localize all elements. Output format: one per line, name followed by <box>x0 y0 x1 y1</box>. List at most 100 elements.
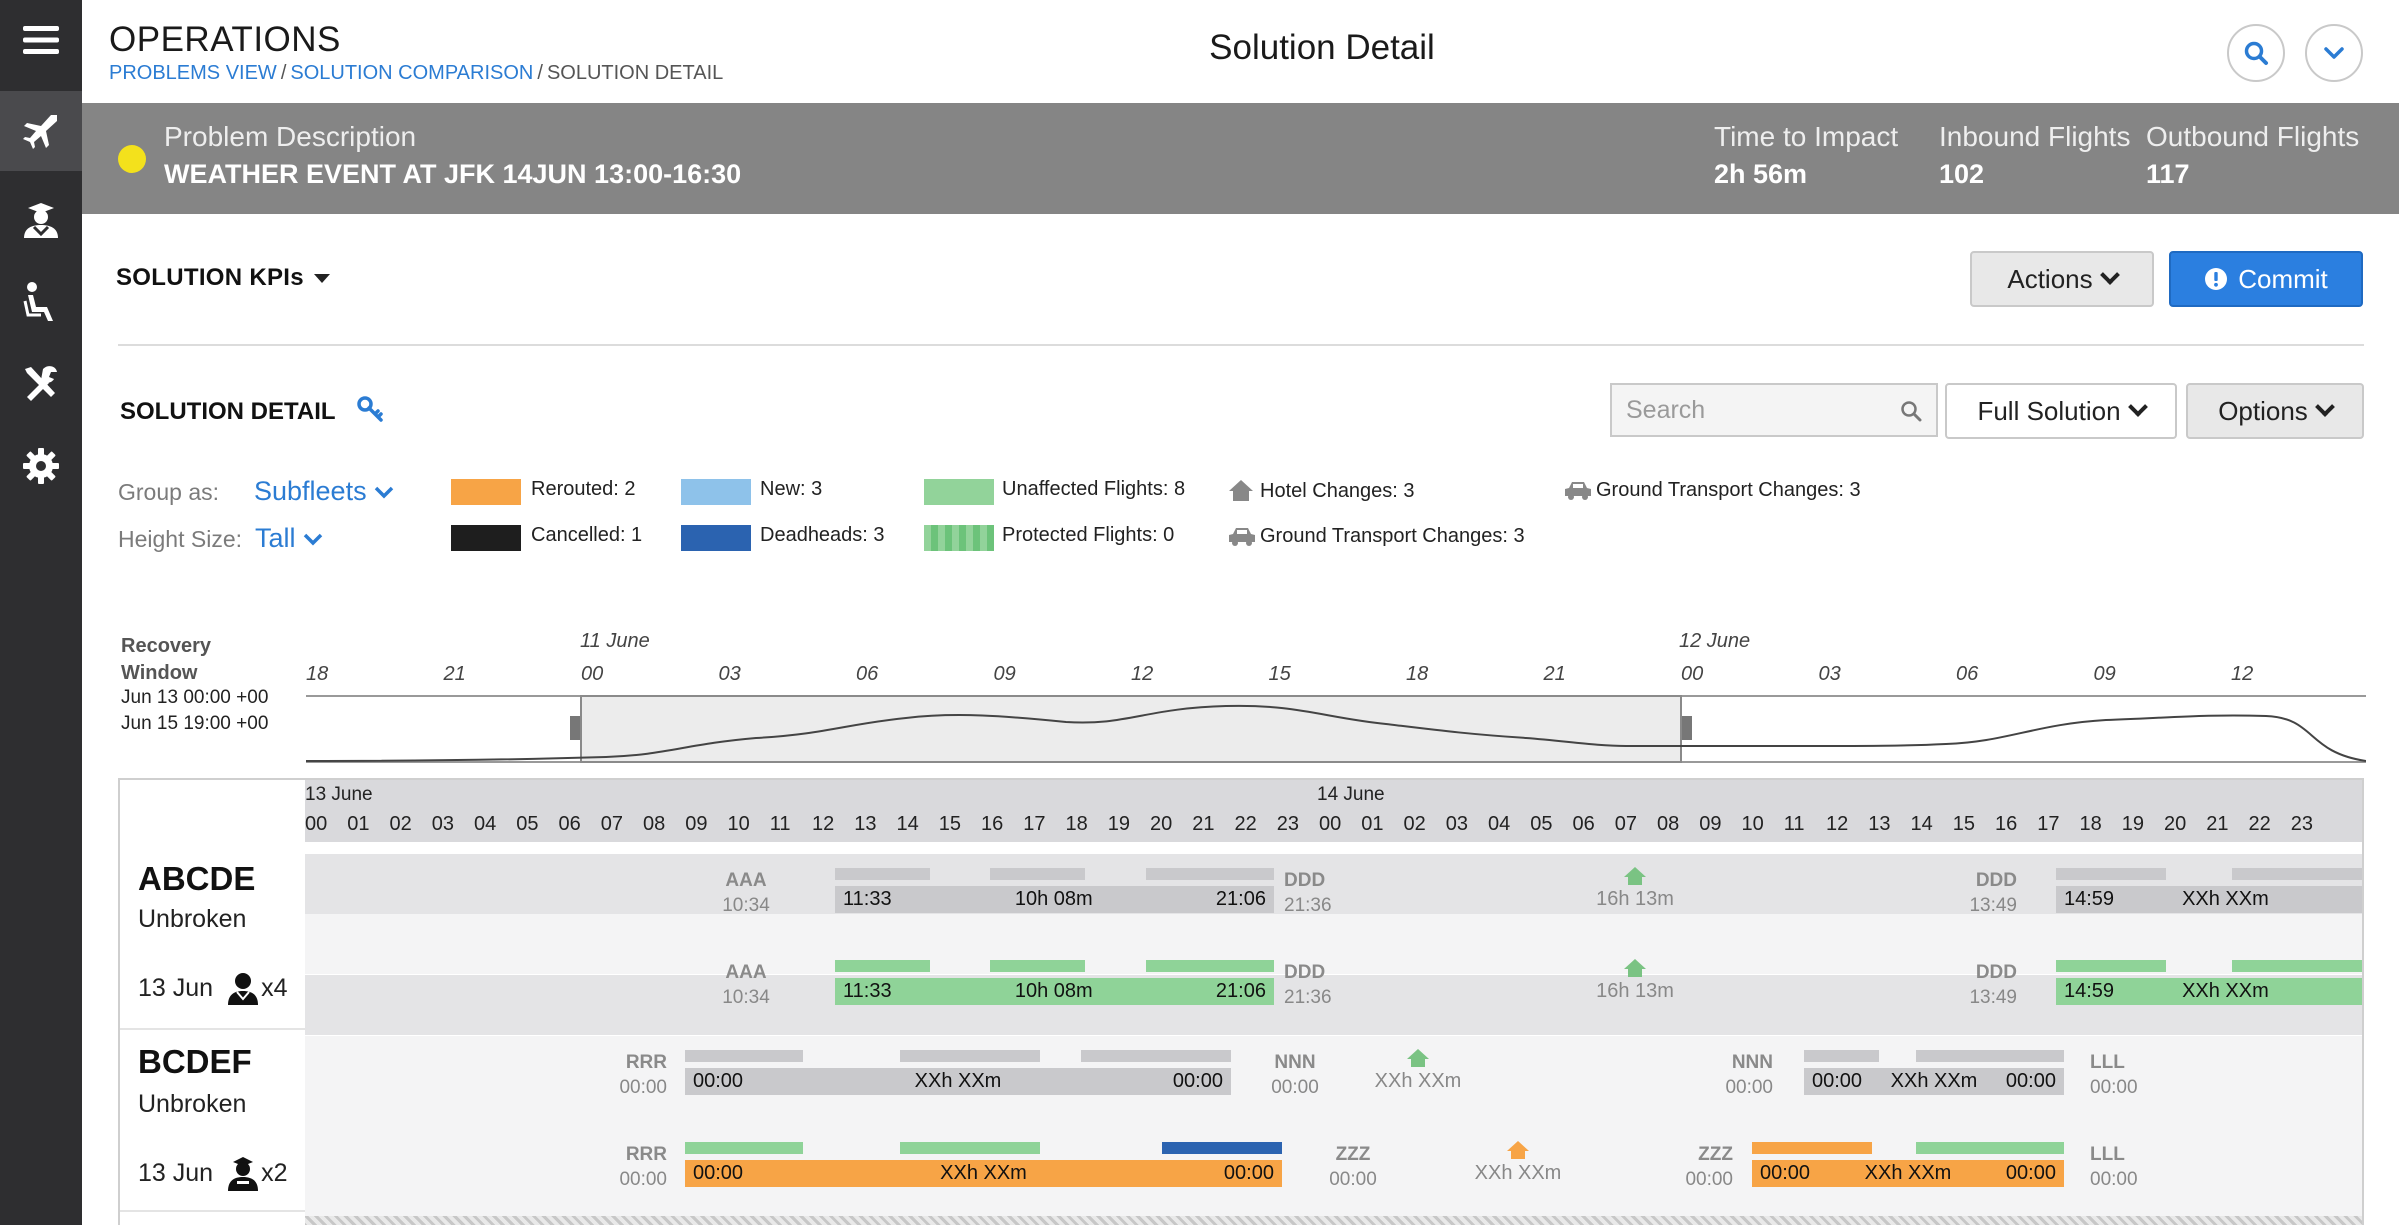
station-mid: DDD 21:36 <box>1278 960 1348 1010</box>
timeline-hour-label: 13 <box>1868 813 1891 835</box>
station-mid: DDD 21:36 <box>1278 868 1348 918</box>
station-time: 00:00 <box>619 1169 667 1190</box>
gantt-chart: 13 June 14 June 00 01 02 03 04 05 06 07 08 09 10 11… <box>118 778 2364 1225</box>
station-code: RRR <box>625 1144 667 1165</box>
station-code: DDD <box>1284 962 1326 983</box>
actions-button[interactable]: Actions <box>1970 251 2154 307</box>
flight-departure: 00:00 <box>1812 1070 1863 1092</box>
chevron-down-icon <box>2127 397 2148 417</box>
overview-chart[interactable] <box>306 694 2366 764</box>
timeline-day-label: 13 June <box>305 784 373 805</box>
height-size-value: Tall <box>255 523 296 553</box>
car-icon <box>1565 482 1591 500</box>
breadcrumb-problems-view[interactable]: PROBLEMS VIEW <box>109 62 277 84</box>
leg-strip <box>1081 1050 1231 1062</box>
legend-swatch-unaffected <box>924 479 994 505</box>
tools-icon <box>25 366 57 401</box>
sidebar-item-crew[interactable] <box>0 180 82 260</box>
station-code: DDD <box>1975 962 2017 983</box>
menu-button[interactable] <box>0 0 82 80</box>
group-as-dropdown[interactable]: Subfleets <box>254 476 395 507</box>
flight-bar-rerouted[interactable]: 00:00 XXh XXm 00:00 <box>1752 1160 2064 1187</box>
sidebar-item-settings[interactable] <box>0 426 82 506</box>
leg-strip <box>835 868 930 880</box>
row-divider <box>120 1028 305 1030</box>
full-solution-dropdown[interactable]: Full Solution <box>1945 383 2177 439</box>
station-time: 21:36 <box>1284 987 1332 1008</box>
station-origin: AAA 10:34 <box>711 868 781 918</box>
flight-bar-unaffected[interactable]: 14:59 XXh XXm <box>2056 978 2362 1005</box>
flight-departure: 14:59 <box>2064 980 2115 1002</box>
search-field[interactable] <box>1610 383 1938 437</box>
station-time: 00:00 <box>2090 1169 2138 1190</box>
station-code: AAA <box>725 962 767 983</box>
caret-down-icon <box>313 274 330 284</box>
search-button[interactable] <box>2227 24 2285 82</box>
sidebar-item-passengers[interactable] <box>0 262 82 342</box>
row-date-abcde: 13 Jun x4 <box>138 970 287 1006</box>
actions-label: Actions <box>2007 263 2093 294</box>
commit-button[interactable]: Commit <box>2169 251 2363 307</box>
timeline-hour-label: 08 <box>643 813 666 835</box>
flight-bar[interactable]: 11:33 10h 08m 21:06 <box>835 886 1274 913</box>
flight-departure: 14:59 <box>2064 888 2115 910</box>
station-time: 00:00 <box>1685 1169 1733 1190</box>
user-menu-button[interactable] <box>2305 24 2363 82</box>
leg-strip <box>2056 868 2166 880</box>
row-date-bcdef: 13 Jun x2 <box>138 1154 287 1192</box>
solution-detail-label: SOLUTION DETAIL <box>120 398 336 425</box>
timeline-hour-label: 12 <box>1826 813 1849 835</box>
hotel-icon <box>1624 867 1646 885</box>
chevron-down-icon <box>2324 47 2344 59</box>
row-name-bcdef[interactable]: BCDEF <box>138 1043 252 1081</box>
chevron-down-icon <box>2314 397 2335 417</box>
row-status-bcdef: Unbroken <box>138 1090 247 1118</box>
options-dropdown[interactable]: Options <box>2186 383 2364 439</box>
row-date-text: 13 Jun <box>138 1158 214 1187</box>
range-handle-right[interactable] <box>1682 716 1692 740</box>
divider <box>118 344 2364 346</box>
search-icon <box>1901 401 1922 422</box>
legend-cancelled: Cancelled: 1 <box>531 524 643 546</box>
flight-bar-rerouted[interactable]: 00:00 XXh XXm 00:00 <box>685 1160 1282 1187</box>
sidebar-item-flights[interactable] <box>0 91 82 171</box>
full-solution-label: Full Solution <box>1977 395 2121 426</box>
timeline-hour-label: 18 <box>1065 813 1088 835</box>
outbound-flights-label: Outbound Flights <box>2146 121 2360 152</box>
station-end: LLL 00:00 <box>2090 1142 2160 1192</box>
flight-bar[interactable]: 00:00 XXh XXm 00:00 <box>685 1068 1231 1095</box>
row-name-abcde[interactable]: ABCDE <box>138 860 255 898</box>
overview-tick-label: 09 <box>993 663 1016 685</box>
timeline-hour-label: 23 <box>2290 813 2313 835</box>
leg-strip <box>990 868 1085 880</box>
car-icon <box>1229 528 1255 546</box>
station-time: 10:34 <box>722 987 770 1008</box>
timeline-hour-label: 06 <box>558 813 581 835</box>
sidebar-item-maintenance[interactable] <box>0 343 82 423</box>
search-input[interactable] <box>1612 385 1882 435</box>
timeline-hour-label: 21 <box>1192 813 1215 835</box>
legend-hotel: Hotel Changes: 3 <box>1260 480 1415 502</box>
page-title: Solution Detail <box>1209 28 1435 67</box>
key-icon[interactable] <box>356 395 384 423</box>
recovery-window-range[interactable] <box>580 695 1682 763</box>
breadcrumb-solution-detail: SOLUTION DETAIL <box>546 62 724 84</box>
overview-tick-label: 06 <box>856 663 879 685</box>
range-handle-left[interactable] <box>570 716 580 740</box>
overview-tick-label: 12 <box>2231 663 2254 685</box>
timeline-hour-label: 00 <box>305 813 328 835</box>
crew-count: x4 <box>261 973 288 1002</box>
solution-kpis-toggle[interactable]: SOLUTION KPIs <box>116 264 330 292</box>
chevron-down-icon <box>303 533 322 546</box>
leg-strip <box>1804 1050 1879 1062</box>
flight-bar[interactable]: 00:00 XXh XXm 00:00 <box>1804 1068 2064 1095</box>
flight-bar-unaffected[interactable]: 11:33 10h 08m 21:06 <box>835 978 1274 1005</box>
overview-tick-label: 12 <box>1131 663 1154 685</box>
row-status-abcde: Unbroken <box>138 905 247 933</box>
legend-ground-transport: Ground Transport Changes: 3 <box>1596 479 1861 501</box>
options-label: Options <box>2218 395 2308 426</box>
height-size-dropdown[interactable]: Tall <box>255 523 324 554</box>
timeline-hour-label: 02 <box>1403 813 1426 835</box>
breadcrumb-solution-comparison[interactable]: SOLUTION COMPARISON <box>290 62 533 84</box>
flight-bar[interactable]: 14:59 XXh XXm <box>2056 886 2362 913</box>
